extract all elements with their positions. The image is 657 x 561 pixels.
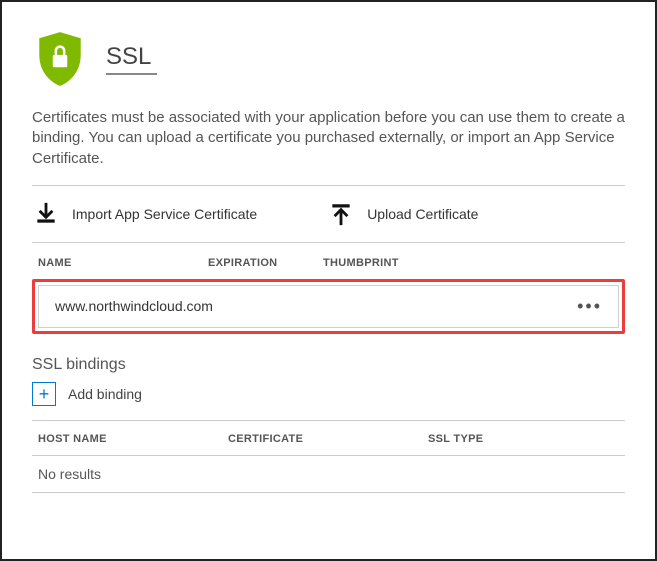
ssl-bindings-heading: SSL bindings — [32, 356, 625, 374]
col-thumbprint: THUMBPRINT — [323, 257, 625, 269]
ssl-settings-panel: SSL Certificates must be associated with… — [0, 0, 657, 561]
download-icon — [32, 200, 60, 228]
bindings-table-header: HOST NAME CERTIFICATE SSL TYPE — [32, 421, 625, 455]
page-description: Certificates must be associated with you… — [32, 108, 625, 169]
import-certificate-label: Import App Service Certificate — [72, 206, 257, 222]
col-ssl-type: SSL TYPE — [428, 433, 625, 445]
upload-icon — [327, 200, 355, 228]
divider — [32, 492, 625, 493]
page-title: SSL — [106, 43, 157, 75]
bindings-empty-text: No results — [32, 456, 625, 492]
upload-certificate-button[interactable]: Upload Certificate — [327, 200, 478, 228]
add-binding-label: Add binding — [68, 386, 142, 402]
page-header: SSL — [32, 28, 625, 90]
certificate-name: www.northwindcloud.com — [55, 298, 213, 314]
col-host-name: HOST NAME — [38, 433, 228, 445]
more-options-icon[interactable]: ••• — [577, 296, 602, 317]
highlighted-certificate-row: www.northwindcloud.com ••• — [32, 279, 625, 334]
col-name: NAME — [38, 257, 168, 269]
shield-lock-icon — [32, 28, 88, 90]
certificate-actions: Import App Service Certificate Upload Ce… — [32, 186, 625, 242]
col-certificate: CERTIFICATE — [228, 433, 428, 445]
import-certificate-button[interactable]: Import App Service Certificate — [32, 200, 257, 228]
certificate-table-header: NAME EXPIRATION THUMBPRINT — [32, 243, 625, 279]
upload-certificate-label: Upload Certificate — [367, 206, 478, 222]
certificate-row[interactable]: www.northwindcloud.com ••• — [38, 285, 619, 328]
plus-icon: + — [32, 382, 56, 406]
add-binding-button[interactable]: + Add binding — [32, 382, 142, 406]
col-expiration: EXPIRATION — [208, 257, 283, 269]
